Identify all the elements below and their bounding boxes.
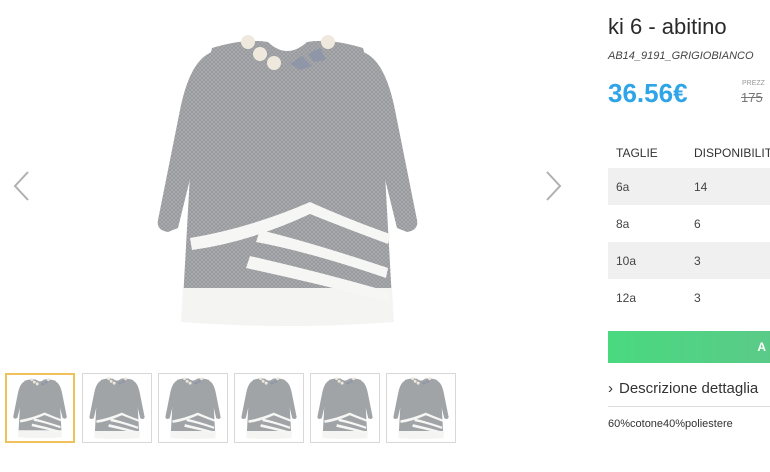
material-composition: 60%cotone40%poliestere	[608, 418, 733, 430]
table-row[interactable]: 6a 14	[608, 168, 770, 205]
main-product-image	[150, 30, 425, 330]
size-cell: 10a	[608, 242, 686, 279]
table-row[interactable]: 8a 6	[608, 205, 770, 242]
old-price: 175	[741, 90, 763, 105]
size-availability-table: TAGLIE DISPONIBILIT 6a 14 8a 6 10a 3 12a…	[608, 138, 770, 316]
table-row[interactable]: 12a 3	[608, 279, 770, 316]
thumbnail-2[interactable]	[82, 373, 152, 443]
description-toggle[interactable]: › Descrizione dettaglia	[608, 380, 758, 397]
product-gallery	[0, 0, 580, 472]
add-to-cart-button[interactable]: A	[608, 331, 770, 363]
availability-cell: 3	[686, 242, 770, 279]
availability-cell: 3	[694, 290, 701, 305]
thumbnail-6[interactable]	[386, 373, 456, 443]
product-price: 36.56€	[608, 78, 688, 108]
description-toggle-label: Descrizione dettaglia	[619, 380, 759, 397]
divider	[608, 406, 770, 407]
thumbnail-4[interactable]	[234, 373, 304, 443]
product-title: ki 6 - abitino	[608, 14, 727, 39]
chevron-right-icon: ›	[608, 380, 613, 397]
table-header-row: TAGLIE DISPONIBILIT	[608, 138, 770, 168]
availability-cell: 14	[686, 168, 770, 205]
size-cell: 12a	[616, 290, 637, 305]
size-cell: 8a	[616, 216, 630, 231]
column-header-availability: DISPONIBILIT	[694, 146, 770, 160]
thumbnail-1[interactable]	[5, 373, 75, 443]
table-row[interactable]: 10a 3	[608, 242, 770, 279]
chevron-right-icon[interactable]	[543, 168, 565, 204]
chevron-left-icon[interactable]	[10, 168, 32, 204]
thumbnail-5[interactable]	[310, 373, 380, 443]
product-sku: AB14_9191_GRIGIOBIANCO	[608, 50, 754, 62]
availability-cell: 6	[694, 216, 701, 231]
thumbnail-3[interactable]	[158, 373, 228, 443]
old-price-label: PREZZ	[742, 80, 765, 87]
column-header-sizes: TAGLIE	[616, 146, 658, 160]
size-cell: 6a	[608, 168, 686, 205]
product-info-panel: ki 6 - abitino AB14_9191_GRIGIOBIANCO 36…	[598, 0, 770, 472]
